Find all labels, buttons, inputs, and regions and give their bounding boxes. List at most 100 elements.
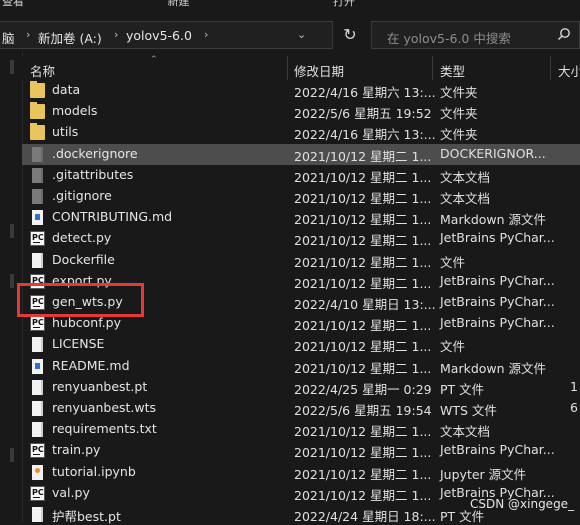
file-type: JetBrains PyChar... xyxy=(440,442,555,458)
file-date: 2021/10/12 星期二 1... xyxy=(294,339,432,355)
column-type[interactable]: 类型 xyxy=(440,61,465,80)
file-size: 6 xyxy=(570,400,578,415)
file-date: 2021/10/12 星期二 1... xyxy=(294,487,432,503)
file-name: LICENSE xyxy=(52,336,105,352)
chevron-right-icon[interactable]: › xyxy=(26,28,30,41)
file-date: 2021/10/12 星期二 1... xyxy=(294,360,432,376)
column-divider[interactable] xyxy=(550,56,551,80)
file-row[interactable]: .gitattributes 2021/10/12 星期二 1... 文本文档 xyxy=(22,165,580,186)
nav-pane-marker xyxy=(10,448,14,462)
file-icon xyxy=(32,422,43,438)
markdown-file-icon xyxy=(32,210,43,226)
file-icon xyxy=(32,379,43,395)
file-name: requirements.txt xyxy=(52,421,157,437)
search-box[interactable]: 在 yolov5-6.0 中搜索 xyxy=(371,21,580,49)
refresh-button[interactable]: ↻ xyxy=(336,21,364,49)
file-date: 2021/10/12 星期二 1... xyxy=(294,254,432,270)
file-type: 文件夹 xyxy=(440,127,478,143)
file-icon xyxy=(32,507,43,522)
file-icon xyxy=(32,252,43,268)
column-divider[interactable] xyxy=(287,56,288,80)
cropped-menu-new[interactable]: 新建 xyxy=(168,0,190,8)
file-date: 2022/5/6 星期五 19:52 xyxy=(294,106,432,122)
file-type: WTS 文件 xyxy=(440,403,497,418)
file-icon xyxy=(32,146,43,162)
file-type: 文件 xyxy=(440,339,466,355)
column-name[interactable]: 名称 xyxy=(30,61,55,80)
column-divider[interactable] xyxy=(432,56,433,80)
file-row[interactable]: Dockerfile 2021/10/12 星期二 1... 文件 xyxy=(22,250,580,271)
file-row[interactable]: detect.py 2021/10/12 星期二 1... JetBrains Py… xyxy=(22,228,580,249)
file-name: data xyxy=(52,82,81,97)
file-row[interactable]: README.md 2021/10/12 星期二 1... Markdown 源文件 xyxy=(22,356,580,377)
file-date: 2022/4/16 星期六 13:... xyxy=(294,127,436,143)
file-type: 文本文档 xyxy=(440,169,491,185)
file-type: 文本文档 xyxy=(440,424,491,440)
nav-pane-marker xyxy=(10,274,14,288)
file-type: JetBrains PyChar... xyxy=(440,315,555,331)
file-type: Jupyter 源文件 xyxy=(440,466,527,482)
file-date: 2022/4/16 星期六 13:... xyxy=(294,85,436,100)
file-type: JetBrains PyChar... xyxy=(440,294,555,309)
sort-ascending-icon: ⌃ xyxy=(150,55,158,65)
cropped-menu-open[interactable]: 打开 xyxy=(333,0,355,8)
file-name: README.md xyxy=(52,357,130,373)
folder-icon xyxy=(30,123,45,141)
column-date[interactable]: 修改日期 xyxy=(294,61,344,80)
breadcrumb-item-drive[interactable]: 新加卷 (A:) xyxy=(38,28,102,47)
file-row[interactable]: train.py 2021/10/12 星期二 1... JetBrains PyC… xyxy=(22,440,580,461)
file-type: PT 文件 xyxy=(440,381,485,397)
file-date: 2022/4/24 星期日 18:... xyxy=(294,509,436,524)
file-row[interactable]: CONTRIBUTING.md 2021/10/12 星期二 1... Markdo… xyxy=(22,207,580,228)
file-row[interactable]: .gitignore 2021/10/12 星期二 1... 文本文档 xyxy=(22,186,580,207)
column-size[interactable]: 大小 xyxy=(558,61,580,80)
file-date: 2021/10/12 星期二 1... xyxy=(294,191,432,206)
search-input[interactable]: 在 yolov5-6.0 中搜索 xyxy=(387,28,511,47)
file-name: .dockerignore xyxy=(52,145,138,161)
file-type: Markdown 源文件 xyxy=(440,360,547,376)
file-date: 2022/4/25 星期一 0:29 xyxy=(294,381,432,397)
file-type: DOCKERIGNOR... xyxy=(440,145,546,161)
file-name: .gitignore xyxy=(52,188,112,203)
file-date: 2021/10/12 星期二 1... xyxy=(294,318,432,334)
file-date: 2022/4/10 星期日 13:... xyxy=(294,297,436,312)
chevron-right-icon[interactable]: › xyxy=(114,28,118,41)
file-date: 2021/10/12 星期二 1... xyxy=(294,169,432,185)
file-date: 2022/5/6 星期五 19:54 xyxy=(294,403,432,418)
search-icon xyxy=(557,28,570,41)
file-row[interactable]: renyuanbest.pt 2022/4/25 星期一 0:29 PT 文件 1 xyxy=(22,377,580,398)
notebook-file-icon xyxy=(32,464,43,480)
file-name: Dockerfile xyxy=(52,251,115,267)
refresh-icon: ↻ xyxy=(343,25,357,44)
file-name: renyuanbest.wts xyxy=(52,400,157,415)
file-name: models xyxy=(52,103,98,119)
cropped-menu-view[interactable]: 查看 xyxy=(2,0,24,8)
file-row[interactable]: data 2022/4/16 星期六 13:... 文件夹 xyxy=(22,80,580,101)
file-type: 文件夹 xyxy=(440,85,478,100)
breadcrumb-item-pc[interactable]: 脑 xyxy=(2,28,15,47)
file-row[interactable]: tutorial.ipynb 2021/10/12 星期二 1... Jupyter… xyxy=(22,462,580,483)
file-name: train.py xyxy=(52,442,101,458)
file-type: 文件夹 xyxy=(440,106,478,122)
chevron-down-icon[interactable]: ⌄ xyxy=(297,28,306,41)
file-icon xyxy=(32,401,43,416)
file-row[interactable]: utils 2022/4/16 星期六 13:... 文件夹 xyxy=(22,122,580,143)
file-name: .gitattributes xyxy=(52,166,134,182)
window-top-strip: 查看 新建 打开 xyxy=(0,0,580,18)
file-type: JetBrains PyChar... xyxy=(440,272,555,288)
chevron-right-icon[interactable]: › xyxy=(204,28,208,41)
file-row[interactable]: LICENSE 2021/10/12 星期二 1... 文件 xyxy=(22,334,580,355)
file-row[interactable]: renyuanbest.wts 2022/5/6 星期五 19:54 WTS 文件 6 xyxy=(22,398,580,419)
file-row[interactable]: requirements.txt 2021/10/12 星期二 1... 文本文档 xyxy=(22,419,580,440)
address-bar: 脑 › 新加卷 (A:) › yolov5-6.0 › ⌄ ↻ 在 yolov5… xyxy=(0,18,580,52)
file-name: hubconf.py xyxy=(52,315,122,331)
file-name: val.py xyxy=(52,484,90,500)
nav-pane-marker xyxy=(10,60,14,74)
breadcrumb[interactable]: 脑 › 新加卷 (A:) › yolov5-6.0 › ⌄ xyxy=(0,21,333,49)
file-row[interactable]: models 2022/5/6 星期五 19:52 文件夹 xyxy=(22,101,580,122)
breadcrumb-item-folder[interactable]: yolov5-6.0 xyxy=(126,28,192,43)
file-size: 1 xyxy=(570,378,578,394)
file-icon xyxy=(32,189,43,204)
file-row[interactable]: .dockerignore 2021/10/12 星期二 1... DOCKERIG… xyxy=(22,143,580,165)
file-name: tutorial.ipynb xyxy=(52,463,136,479)
